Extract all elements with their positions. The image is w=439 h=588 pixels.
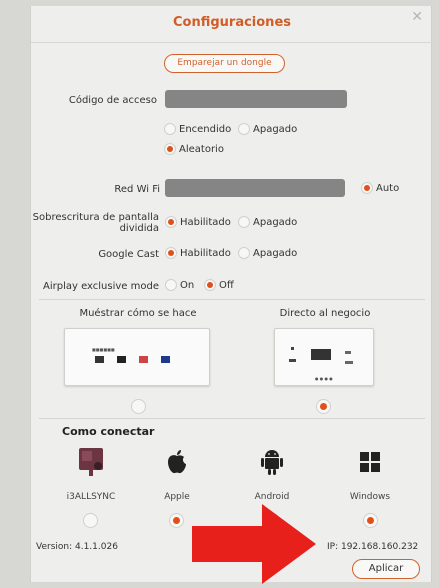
platform-android-radio[interactable]: [265, 513, 280, 528]
platform-apple-radio-wrap: [169, 510, 184, 529]
platform-apple-label: Apple: [164, 492, 190, 502]
thumb-screen-icon: [95, 356, 104, 363]
access-encendido-label: Encendido: [179, 124, 232, 135]
platform-i3allsync-label: i3ALLSYNC: [66, 492, 116, 502]
mode-show-how-radio[interactable]: [131, 399, 146, 414]
access-code-field[interactable]: [165, 90, 347, 108]
cast-habilitado-option[interactable]: Habilitado: [165, 247, 231, 259]
mode-show-how-thumbnail[interactable]: ■■■■■■: [64, 328, 210, 386]
platform-i3allsync-radio[interactable]: [83, 513, 98, 528]
platform-windows-radio-wrap: [363, 510, 378, 529]
pair-dongle-button[interactable]: Emparejar un dongle: [164, 54, 285, 73]
cast-apagado-option[interactable]: Apagado: [238, 247, 297, 259]
apple-icon: [165, 449, 189, 475]
mode-direct-label: Directo al negocio: [279, 308, 371, 319]
thumb-tv-icon: [311, 349, 331, 360]
split-apagado-option[interactable]: Apagado: [238, 216, 297, 228]
access-aleatorio-radio[interactable]: [164, 143, 176, 155]
access-aleatorio-label: Aleatorio: [179, 144, 224, 155]
thumb-device-icon: [345, 361, 353, 364]
access-encendido-option[interactable]: Encendido: [164, 123, 231, 135]
mode-direct-radio[interactable]: [316, 399, 331, 414]
i3allsync-icon: [77, 446, 105, 480]
airplay-off-radio[interactable]: [204, 279, 216, 291]
thumb-screen-icon: [139, 356, 148, 363]
platform-android-radio-wrap: [265, 510, 280, 529]
split-habilitado-option[interactable]: Habilitado: [165, 216, 231, 228]
access-apagado-radio[interactable]: [238, 123, 250, 135]
platform-android-label: Android: [254, 492, 290, 502]
thumb-device-icon: [291, 347, 294, 350]
thumb-device-icon: [289, 359, 296, 362]
version-text: Version: 4.1.1.026: [36, 542, 118, 552]
split-apagado-label: Apagado: [253, 217, 298, 228]
cast-habilitado-radio[interactable]: [165, 247, 177, 259]
split-habilitado-label: Habilitado: [180, 217, 231, 228]
platform-i3allsync-radio-wrap: [83, 510, 98, 529]
access-code-label: Código de acceso: [68, 95, 157, 106]
settings-dialog: Configuraciones ✕ Emparejar un dongle Có…: [30, 6, 433, 582]
access-aleatorio-option[interactable]: Aleatorio: [164, 143, 224, 155]
platform-windows-radio[interactable]: [363, 513, 378, 528]
wifi-auto-label: Auto: [376, 183, 400, 194]
close-icon[interactable]: ✕: [411, 9, 423, 25]
ip-text: IP: 192.168.160.232: [327, 542, 419, 552]
split-habilitado-radio[interactable]: [165, 216, 177, 228]
airplay-on-option[interactable]: On: [165, 279, 194, 291]
thumb-screen-icon: [161, 356, 170, 363]
airplay-off-option[interactable]: Off: [204, 279, 234, 291]
airplay-on-radio[interactable]: [165, 279, 177, 291]
windows-icon: [360, 452, 380, 472]
header-divider: [31, 42, 433, 43]
wifi-auto-radio[interactable]: [361, 182, 373, 194]
divider: [39, 299, 425, 300]
cast-apagado-label: Apagado: [253, 248, 298, 259]
access-encendido-radio[interactable]: [164, 123, 176, 135]
mode-direct-thumbnail[interactable]: ● ● ● ●: [274, 328, 374, 386]
airplay-label: Airplay exclusive mode: [42, 281, 159, 292]
thumb-caption: ■■■■■■: [92, 347, 115, 352]
thumb-device-icon: [345, 351, 351, 354]
connect-heading: Como conectar: [62, 425, 155, 438]
wifi-field[interactable]: [165, 179, 345, 197]
mode-show-how-radio-wrap: [131, 396, 146, 415]
access-apagado-option[interactable]: Apagado: [238, 123, 297, 135]
wifi-label: Red Wi Fi: [114, 184, 160, 195]
airplay-on-label: On: [180, 280, 195, 291]
thumb-screen-icon: [117, 356, 126, 363]
split-apagado-radio[interactable]: [238, 216, 250, 228]
split-screen-label: Sobrescritura de pantalla dividida: [31, 212, 159, 234]
platform-windows-label: Windows: [349, 492, 391, 502]
divider: [39, 418, 425, 419]
android-icon: [261, 448, 283, 476]
thumb-dots: ● ● ● ●: [315, 376, 333, 381]
split-screen-label-line1: Sobrescritura de pantalla: [32, 212, 159, 223]
mode-show-how-label: Muéstrar cómo se hace: [79, 308, 197, 319]
dialog-title: Configuraciones: [172, 15, 291, 30]
mode-direct-radio-wrap: [316, 396, 331, 415]
wifi-auto-option[interactable]: Auto: [361, 182, 399, 194]
google-cast-label: Google Cast: [98, 249, 159, 260]
split-screen-label-line2: dividida: [119, 223, 159, 234]
cast-apagado-radio[interactable]: [238, 247, 250, 259]
access-apagado-label: Apagado: [253, 124, 298, 135]
platform-apple-radio[interactable]: [169, 513, 184, 528]
cast-habilitado-label: Habilitado: [180, 248, 231, 259]
airplay-off-label: Off: [219, 280, 234, 291]
apply-button[interactable]: Aplicar: [352, 559, 420, 579]
